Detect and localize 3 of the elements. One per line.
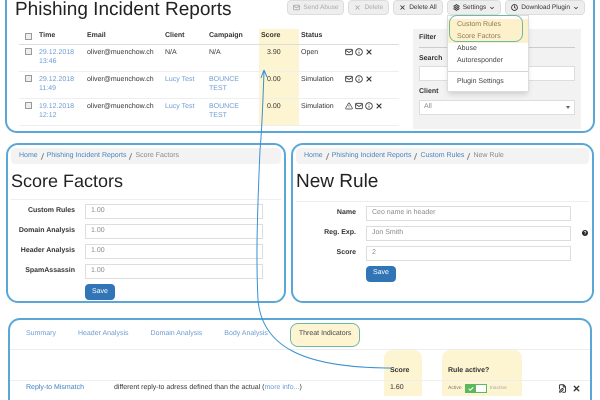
page-title: Score Factors — [11, 171, 124, 191]
page-title: Phishing Incident Reports — [15, 0, 232, 20]
page-title: New Rule — [296, 171, 378, 192]
